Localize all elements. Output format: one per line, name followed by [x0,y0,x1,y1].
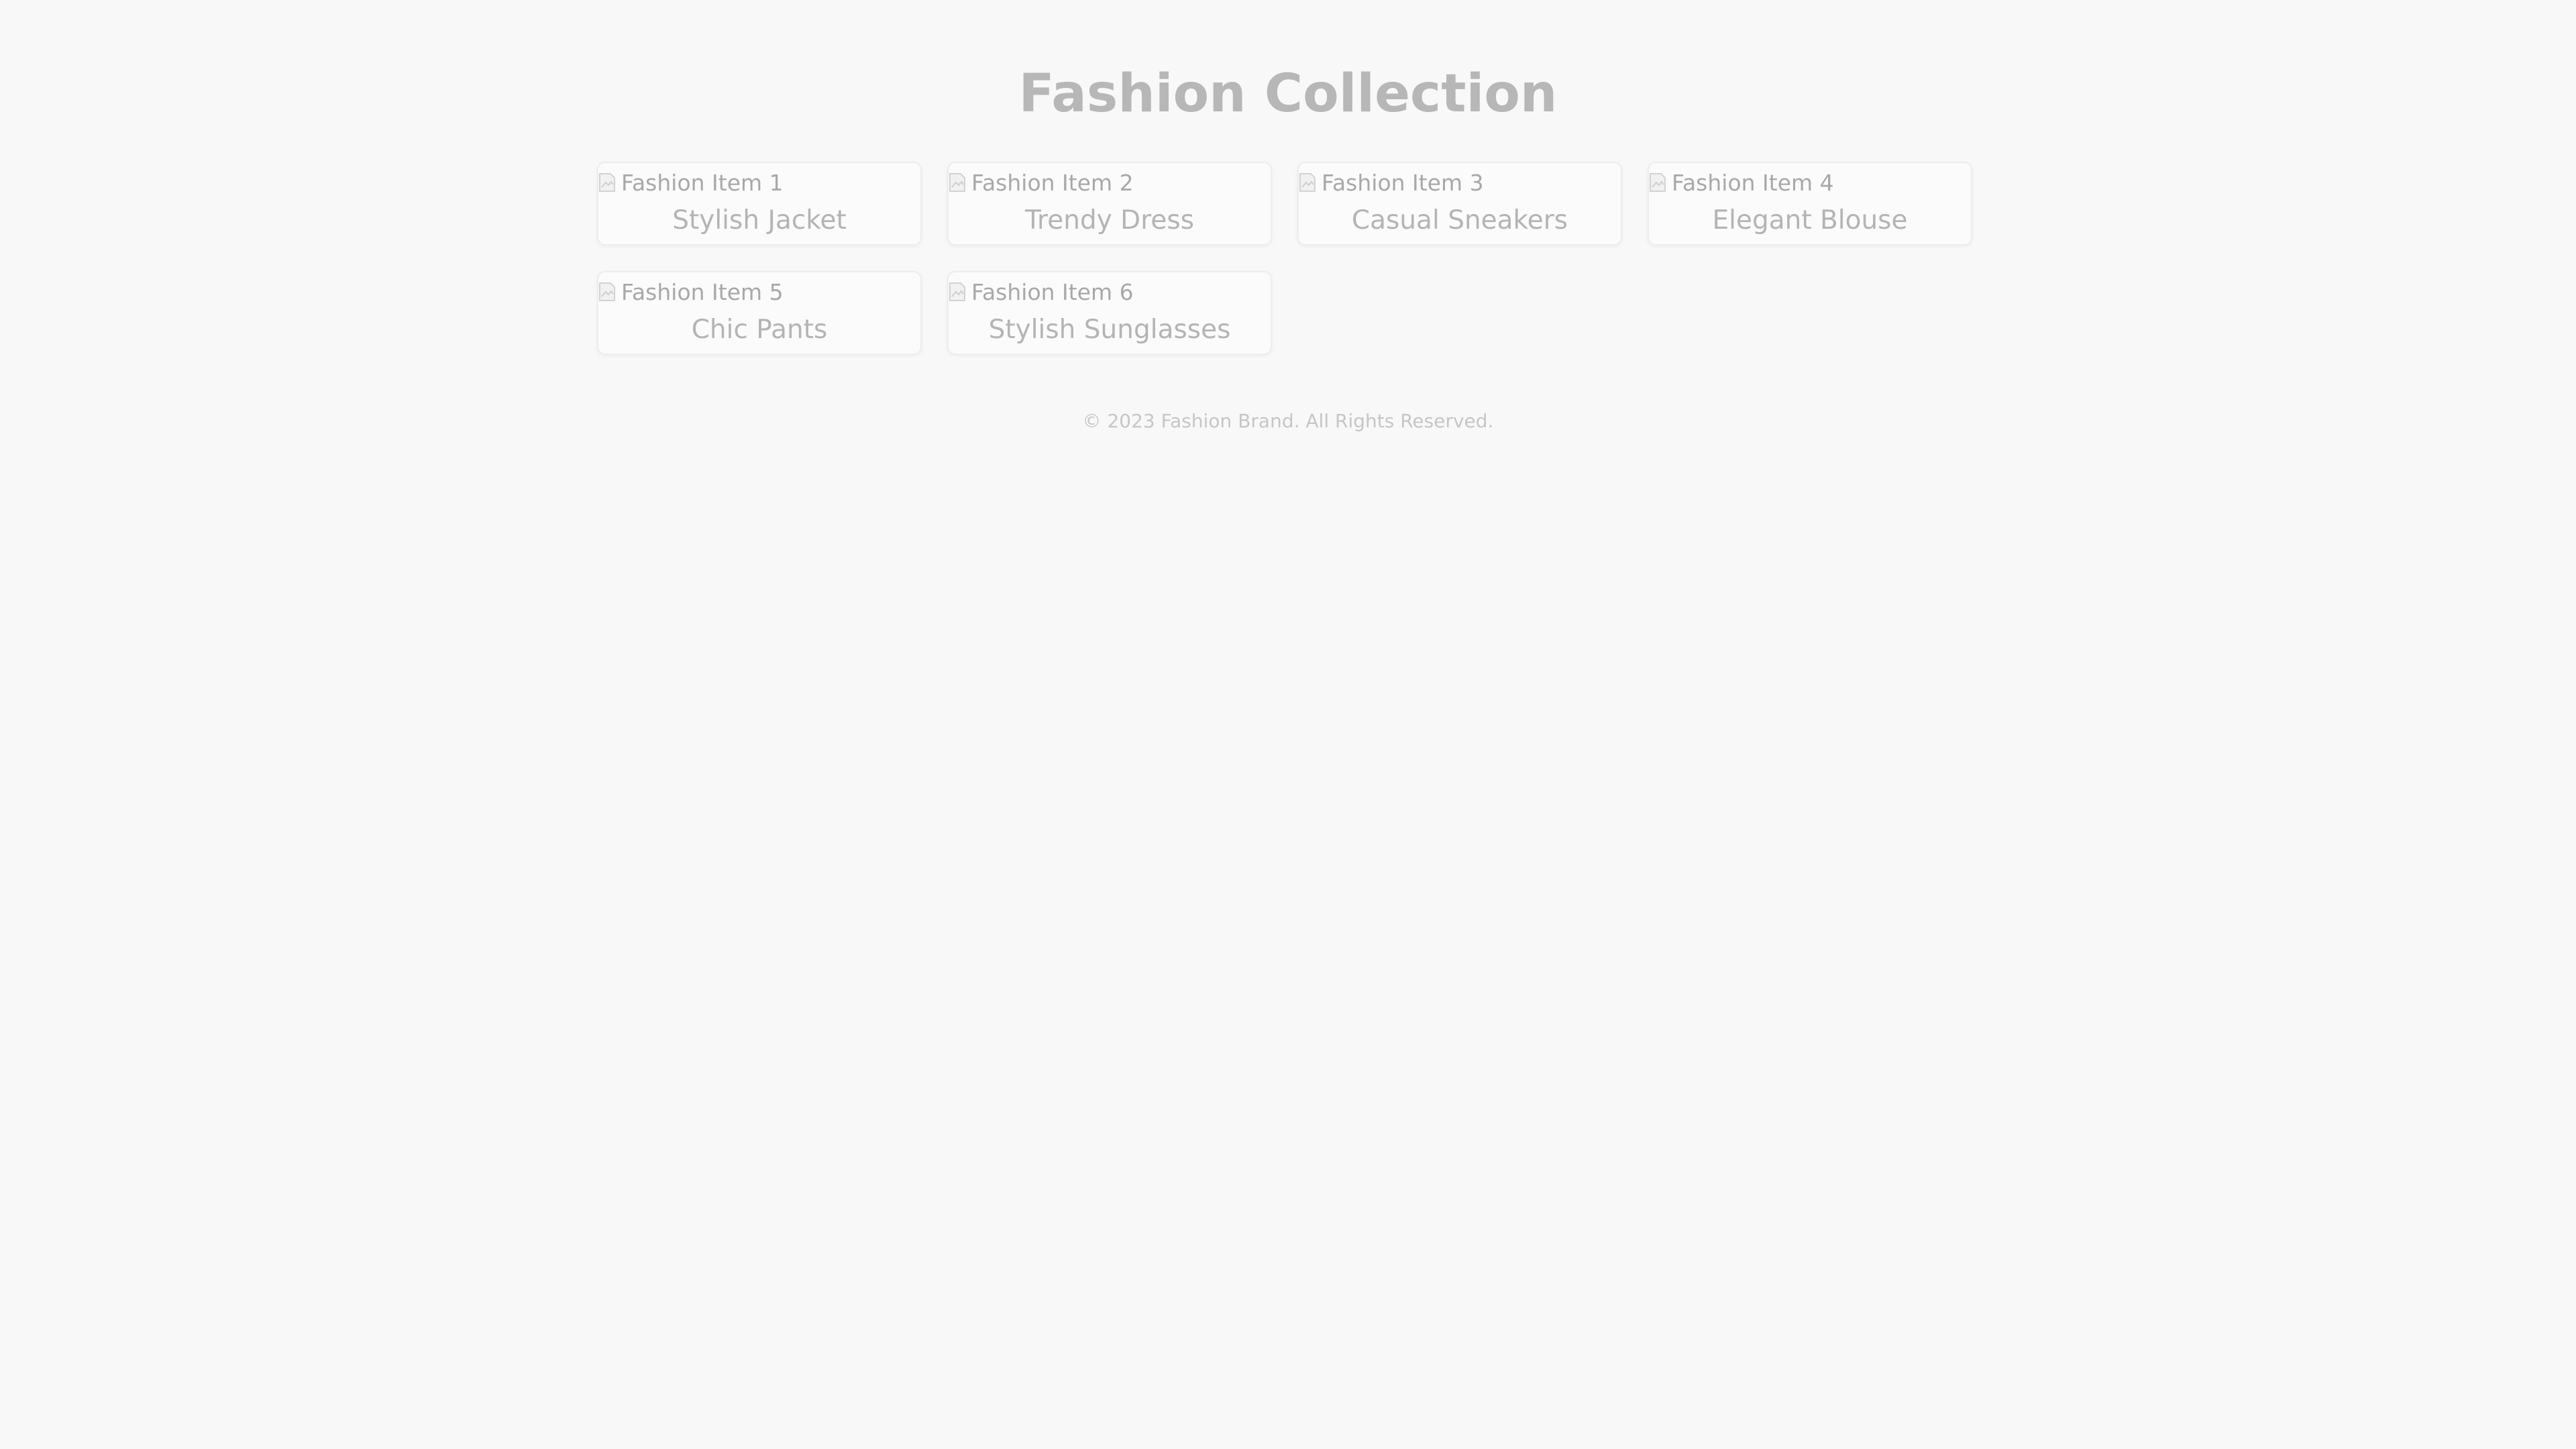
product-grid: Fashion Item 1 Stylish Jacket Fashion It… [597,162,1979,355]
product-image[interactable]: Fashion Item 2 [949,166,1134,199]
product-name: Trendy Dress [1024,205,1195,235]
product-name: Chic Pants [691,315,828,345]
product-card[interactable]: Fashion Item 5 Chic Pants [597,271,922,355]
product-image-alt: Fashion Item 1 [621,169,784,196]
product-card[interactable]: Fashion Item 2 Trendy Dress [947,162,1272,246]
product-image[interactable]: Fashion Item 3 [1299,166,1484,199]
broken-image-icon [1299,171,1319,194]
broken-image-icon [1649,171,1669,194]
broken-image-icon [598,171,619,194]
footer-copyright: © 2023 Fashion Brand. All Rights Reserve… [1082,410,1494,432]
product-image[interactable]: Fashion Item 6 [949,275,1134,309]
product-name: Stylish Sunglasses [988,315,1231,345]
product-image-alt: Fashion Item 3 [1322,169,1484,196]
product-card[interactable]: Fashion Item 4 Elegant Blouse [1648,162,1972,246]
product-card[interactable]: Fashion Item 3 Casual Sneakers [1297,162,1622,246]
product-name: Casual Sneakers [1351,205,1568,235]
product-image[interactable]: Fashion Item 1 [598,166,784,199]
product-image[interactable]: Fashion Item 5 [598,275,784,309]
broken-image-icon [949,171,969,194]
product-image-alt: Fashion Item 2 [971,169,1134,196]
product-name: Elegant Blouse [1712,205,1908,235]
product-image-alt: Fashion Item 4 [1672,169,1834,196]
product-image-alt: Fashion Item 6 [971,278,1134,305]
broken-image-icon [598,280,619,303]
product-card[interactable]: Fashion Item 6 Stylish Sunglasses [947,271,1272,355]
product-image[interactable]: Fashion Item 4 [1649,166,1834,199]
product-card[interactable]: Fashion Item 1 Stylish Jacket [597,162,922,246]
product-name: Stylish Jacket [672,205,847,235]
product-image-alt: Fashion Item 5 [621,278,784,305]
page-title: Fashion Collection [1018,64,1558,124]
broken-image-icon [949,280,969,303]
